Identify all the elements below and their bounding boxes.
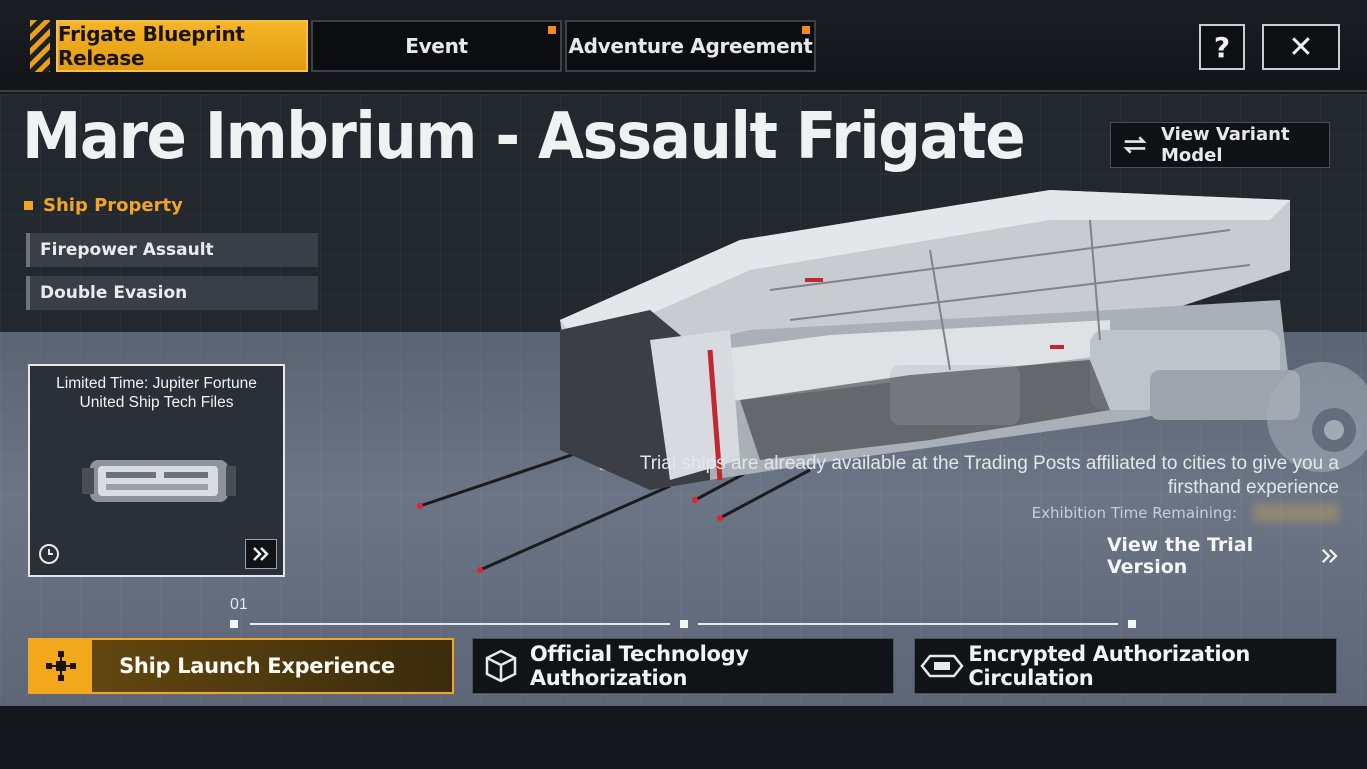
double-chevron-right-icon: [1322, 549, 1338, 563]
trial-button-label: View the Trial Version: [1107, 534, 1254, 578]
tab-label: Frigate Blueprint Release: [58, 22, 245, 70]
help-button[interactable]: ?: [1199, 24, 1245, 70]
help-icon: ?: [1213, 30, 1231, 64]
view-trial-version-button[interactable]: View the Trial Version: [1107, 534, 1347, 578]
property-label: Double Evasion: [40, 283, 188, 303]
button-label: Official Technology Authorization: [529, 642, 749, 690]
exhibition-time-label: Exhibition Time Remaining:: [1031, 504, 1237, 522]
notification-dot: [802, 26, 810, 34]
tab-adventure-agreement[interactable]: Adventure Agreement: [565, 20, 816, 72]
tab-label: Event: [405, 34, 468, 58]
promo-card[interactable]: Limited Time: Jupiter Fortune United Shi…: [28, 364, 285, 577]
hazard-stripe: [30, 20, 50, 72]
promo-go-button[interactable]: [245, 539, 277, 569]
close-icon: ✕: [1288, 29, 1314, 65]
bullet-icon: [24, 201, 33, 210]
button-label: Encrypted Authorization Circulation: [968, 642, 1251, 690]
notification-dot: [548, 26, 556, 34]
promo-line-2: United Ship Tech Files: [79, 394, 234, 411]
exhibition-time-value: [1253, 503, 1339, 523]
tech-file-ship-image: [82, 460, 236, 502]
cube-icon: [473, 639, 530, 693]
tab-label: Adventure Agreement: [568, 34, 813, 58]
timeline-track: [230, 620, 1136, 628]
official-technology-authorization-button[interactable]: Official Technology Authorization: [472, 638, 894, 694]
top-bar: Frigate Blueprint Release Event Adventur…: [0, 0, 1367, 92]
progress-timeline: 01: [230, 596, 1150, 636]
close-button[interactable]: ✕: [1262, 24, 1340, 70]
property-label: Firepower Assault: [40, 240, 214, 260]
trial-message: Trial ships are already available at the…: [639, 453, 1339, 498]
swap-icon: [1123, 136, 1147, 154]
key-card-icon: [915, 639, 968, 693]
ship-property-heading: Ship Property: [24, 195, 183, 216]
button-label: Ship Launch Experience: [119, 654, 395, 678]
network-nodes-icon: [30, 640, 92, 692]
tab-event[interactable]: Event: [311, 20, 562, 72]
promo-line-1: Limited Time: Jupiter Fortune: [56, 375, 257, 392]
property-double-evasion: Double Evasion: [26, 276, 318, 310]
tab-frigate-blueprint-release[interactable]: Frigate Blueprint Release: [56, 20, 308, 72]
ship-launch-experience-button[interactable]: Ship Launch Experience: [28, 638, 454, 694]
encrypted-authorization-circulation-button[interactable]: Encrypted Authorization Circulation: [914, 638, 1337, 694]
double-chevron-right-icon: [253, 547, 269, 561]
ship-property-label: Ship Property: [43, 195, 183, 216]
footer-bar: [0, 706, 1367, 769]
promo-text: Limited Time: Jupiter Fortune United Shi…: [30, 374, 283, 412]
timeline-step-number: 01: [230, 596, 248, 613]
clock-icon: [39, 544, 59, 564]
property-firepower-assault: Firepower Assault: [26, 233, 318, 267]
